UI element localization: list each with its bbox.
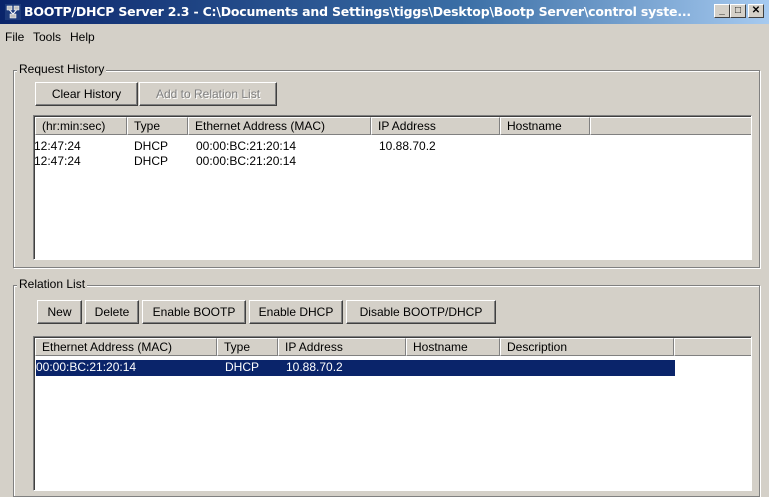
column-header-mac[interactable]: Ethernet Address (MAC) [188, 117, 371, 135]
relation-list-table[interactable]: Ethernet Address (MAC) Type IP Address H… [33, 336, 752, 491]
request-history-table[interactable]: (hr:min:sec) Type Ethernet Address (MAC)… [33, 115, 752, 260]
cell-mac: 00:00:BC:21:20:14 [196, 154, 297, 168]
cell-type: DHCP [134, 139, 169, 153]
cell-ip: 10.88.70.2 [286, 360, 343, 374]
minimize-button[interactable]: _ [714, 4, 730, 18]
relation-list-label: Relation List [17, 277, 88, 291]
app-network-icon [5, 4, 21, 20]
column-header-type[interactable]: Type [127, 117, 188, 135]
window-title: BOOTP/DHCP Server 2.3 - C:\Documents and… [24, 4, 691, 19]
column-header-ip[interactable]: IP Address [371, 117, 500, 135]
menu-file[interactable]: File [5, 30, 24, 44]
delete-button[interactable]: Delete [85, 300, 139, 324]
cell-mac: 00:00:BC:21:20:14 [36, 360, 137, 374]
maximize-button[interactable]: □ [730, 4, 746, 18]
column-header-hostname[interactable]: Hostname [406, 338, 500, 356]
menu-help[interactable]: Help [70, 30, 95, 44]
column-header-type[interactable]: Type [217, 338, 278, 356]
title-bar[interactable]: BOOTP/DHCP Server 2.3 - C:\Documents and… [0, 0, 769, 24]
enable-bootp-button[interactable]: Enable BOOTP [142, 300, 246, 324]
cell-mac: 00:00:BC:21:20:14 [196, 139, 297, 153]
cell-type: DHCP [134, 154, 169, 168]
cell-time: 12:47:24 [34, 139, 81, 153]
column-header-description[interactable]: Description [500, 338, 674, 356]
cell-ip: 10.88.70.2 [379, 139, 436, 153]
close-button[interactable]: ✕ [748, 4, 764, 18]
cell-type: DHCP [225, 360, 260, 374]
column-header-time[interactable]: (hr:min:sec) [35, 117, 127, 135]
table-row-selected[interactable]: 00:00:BC:21:20:14 DHCP 10.88.70.2 [36, 360, 675, 376]
new-button[interactable]: New [37, 300, 82, 324]
disable-bootp-dhcp-button[interactable]: Disable BOOTP/DHCP [346, 300, 496, 324]
column-header-mac[interactable]: Ethernet Address (MAC) [35, 338, 217, 356]
column-header-hostname[interactable]: Hostname [500, 117, 590, 135]
clear-history-button[interactable]: Clear History [35, 82, 138, 106]
add-to-relation-list-button[interactable]: Add to Relation List [139, 82, 277, 106]
column-header-ip[interactable]: IP Address [278, 338, 406, 356]
cell-time: 12:47:24 [34, 154, 81, 168]
column-header-filler [590, 117, 751, 135]
menu-tools[interactable]: Tools [33, 30, 61, 44]
request-history-label: Request History [17, 62, 107, 76]
enable-dhcp-button[interactable]: Enable DHCP [249, 300, 343, 324]
column-header-filler [674, 338, 751, 356]
